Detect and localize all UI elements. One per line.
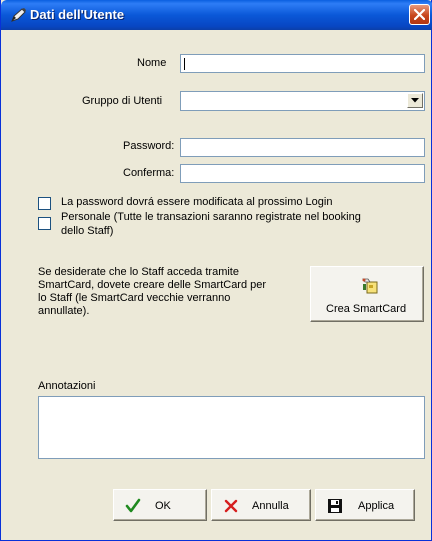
cancel-button[interactable]: Annulla	[211, 489, 311, 521]
title-bar[interactable]: Dati dell'Utente	[1, 0, 432, 30]
password-label: Password:	[123, 140, 175, 152]
personale-label-line1: Personale (Tutte le transazioni saranno …	[61, 211, 361, 223]
smartcard-info-line: annullate).	[38, 305, 90, 317]
change-password-checkbox[interactable]	[38, 197, 51, 210]
cancel-label: Annulla	[252, 500, 289, 512]
user-data-dialog: Dati dell'Utente Nome Gruppo di Utenti P…	[0, 0, 432, 541]
personale-checkbox[interactable]	[38, 217, 51, 230]
nome-label: Nome	[137, 57, 167, 69]
smartcard-icon	[362, 278, 378, 294]
password-field[interactable]	[180, 138, 425, 157]
smartcard-info-line: Se desiderate che lo Staff acceda tramit…	[38, 266, 239, 278]
nome-field[interactable]	[180, 54, 425, 73]
ok-label: OK	[155, 500, 171, 512]
change-password-label: La password dovrá essere modificata al p…	[61, 196, 333, 208]
conferma-label: Conferma:	[123, 167, 175, 179]
apply-button[interactable]: Applica	[315, 489, 415, 521]
pen-icon	[11, 8, 26, 22]
ok-button[interactable]: OK	[113, 489, 207, 521]
notes-label: Annotazioni	[38, 380, 96, 392]
checkmark-icon	[125, 498, 141, 513]
apply-label: Applica	[358, 500, 395, 512]
chevron-down-icon	[411, 98, 419, 103]
close-button[interactable]	[409, 4, 430, 25]
close-icon	[414, 9, 425, 20]
personale-label-line2: dello Staff)	[61, 225, 114, 237]
smartcard-info-line: lo Staff (le SmartCard vecchie verranno	[38, 292, 231, 304]
x-icon	[224, 499, 238, 513]
floppy-disk-icon	[328, 499, 342, 513]
smartcard-info-line: SmartCard, dovete creare delle SmartCard…	[38, 279, 267, 291]
create-smartcard-button[interactable]: Crea SmartCard	[310, 266, 424, 322]
gruppo-label: Gruppo di Utenti	[82, 95, 163, 107]
create-smartcard-label: Crea SmartCard	[326, 303, 407, 315]
smartcard-info-text: Se desiderate che lo Staff acceda tramit…	[38, 266, 266, 318]
notes-textarea[interactable]	[38, 396, 425, 459]
dropdown-button[interactable]	[407, 93, 423, 108]
conferma-field[interactable]	[180, 164, 425, 183]
gruppo-select[interactable]	[180, 91, 425, 111]
window-title: Dati dell'Utente	[30, 7, 125, 22]
text-caret	[184, 58, 185, 70]
